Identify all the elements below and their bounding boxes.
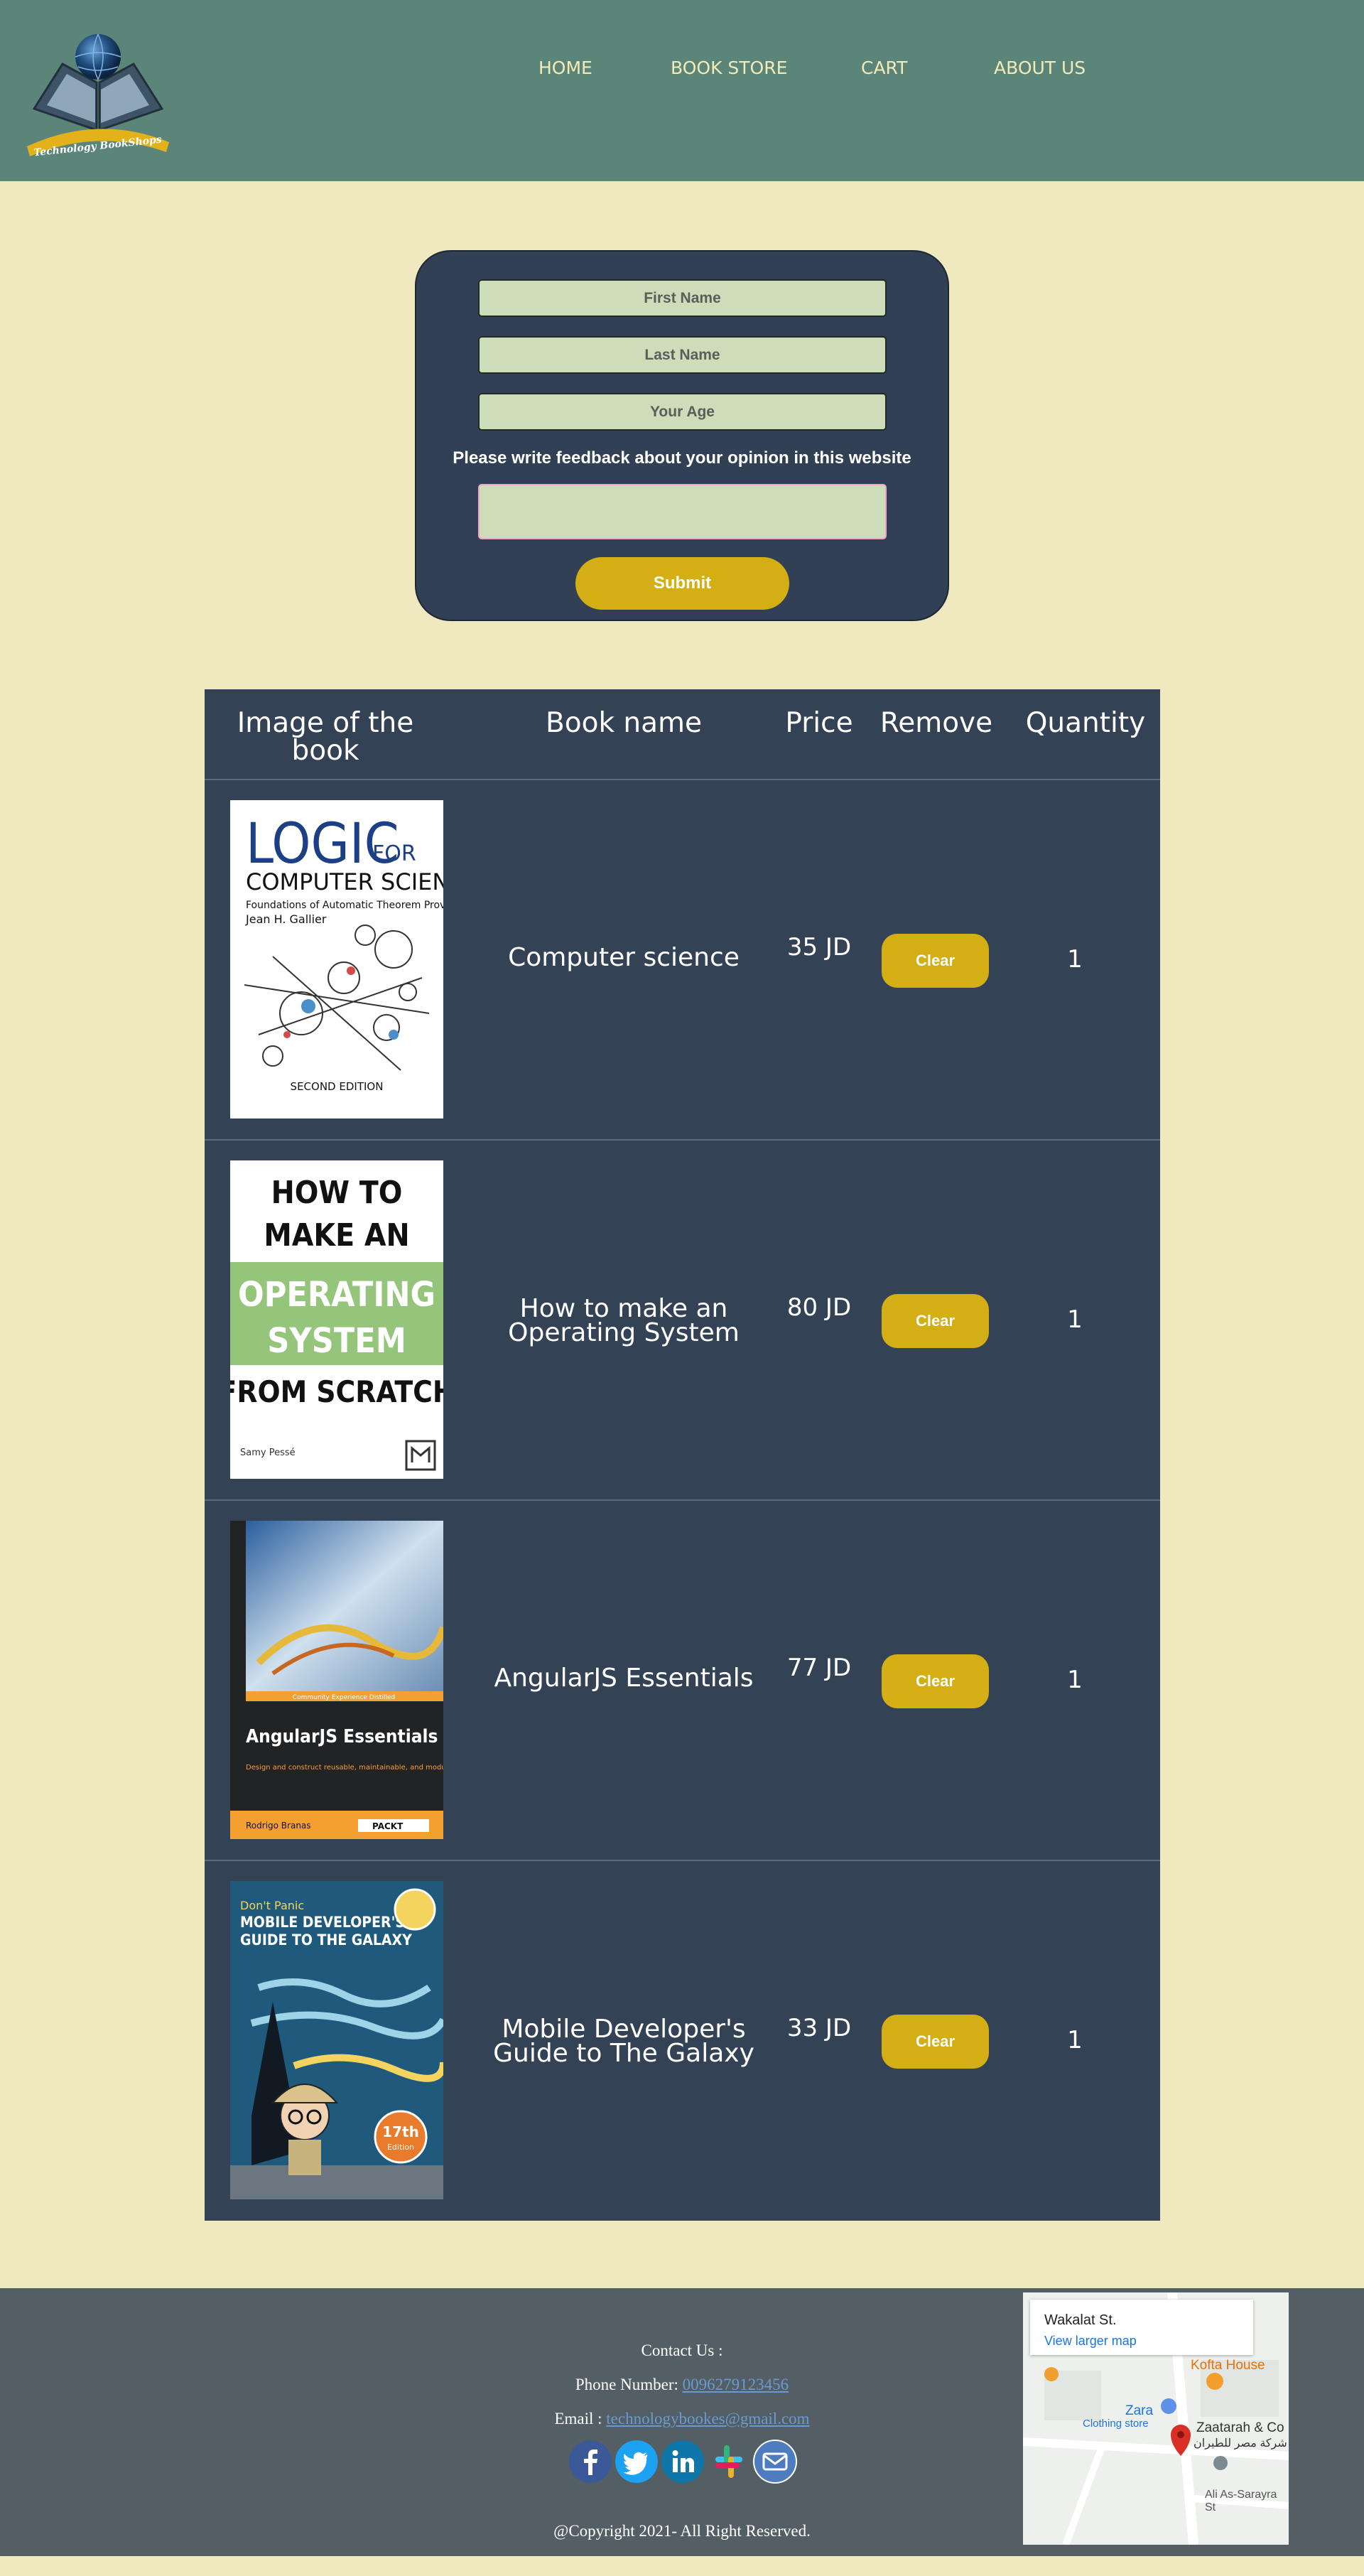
- map-label-kofta-house: Kofta House: [1191, 2358, 1265, 2373]
- book-price: 77 JD: [786, 1654, 852, 1682]
- clear-button[interactable]: Clear: [882, 2015, 989, 2069]
- clear-button[interactable]: Clear: [882, 1654, 989, 1708]
- cover-line1: HOW TO: [271, 1175, 403, 1211]
- cover-edition: SECOND EDITION: [291, 1080, 384, 1093]
- nav-home[interactable]: HOME: [538, 55, 592, 81]
- cover-author: Samy Pessé: [240, 1448, 296, 1458]
- map-label-clothing-store: Clothing store: [1083, 2418, 1149, 2430]
- header-image: Image of the book: [237, 707, 414, 767]
- book-price: 80 JD: [786, 1293, 852, 1322]
- slack-icon[interactable]: [707, 2440, 751, 2484]
- map-label-zaatarah: Zaatarah & Co: [1196, 2420, 1284, 2435]
- feedback-form: Please write feedback about your opinion…: [415, 250, 949, 621]
- cover-author: Rodrigo Branas: [246, 1821, 311, 1831]
- table-row: HOW TO MAKE AN OPERATING SYSTEM FROM SCR…: [205, 1139, 1160, 1499]
- cover-series: Community Experience Distilled: [293, 1694, 395, 1701]
- cover-title: AngularJS Essentials: [246, 1726, 438, 1747]
- cover-author: Jean H. Gallier: [245, 912, 327, 926]
- feedback-textarea[interactable]: [478, 484, 887, 539]
- header-quantity: Quantity: [1025, 707, 1146, 739]
- book-cover-logic: LOGIC FOR COMPUTER SCIENCE Foundations o…: [230, 800, 443, 1119]
- cover-line2: MAKE AN: [264, 1217, 409, 1254]
- book-price: 35 JD: [786, 933, 852, 961]
- cover-tagline: Foundations of Automatic Theorem Proving: [246, 900, 443, 911]
- cover-for: FOR: [372, 841, 416, 866]
- table-row: Community Experience Distilled AngularJS…: [205, 1499, 1160, 1860]
- map-label-zara: Zara: [1125, 2403, 1154, 2418]
- cover-edition-word: Edition: [387, 2143, 414, 2152]
- social-icons: [568, 2440, 799, 2484]
- header-price: Price: [785, 707, 853, 739]
- book-name: Mobile Developer's Guide to The Galaxy: [493, 2015, 754, 2068]
- table-row: Don't Panic MOBILE DEVELOPER'S GUIDE TO …: [205, 1860, 1160, 2220]
- cover-title-1: MOBILE DEVELOPER'S: [240, 1914, 405, 1931]
- age-input[interactable]: [478, 393, 887, 431]
- email-label: Email :: [554, 2410, 602, 2427]
- table-row: LOGIC FOR COMPUTER SCIENCE Foundations o…: [205, 779, 1160, 1139]
- main-nav: HOME BOOK STORE CART ABOUT US: [0, 55, 1364, 81]
- book-price: 33 JD: [786, 2014, 852, 2042]
- cover-line3: OPERATING: [238, 1275, 435, 1315]
- last-name-input[interactable]: [478, 336, 887, 374]
- map-embed[interactable]: Wakalat St. View larger map Kofta House …: [1023, 2292, 1289, 2545]
- map-place-title: Wakalat St.: [1044, 2312, 1117, 2328]
- nav-book-store[interactable]: BOOK STORE: [671, 55, 787, 81]
- map-label-street: Ali As-Sarayra St: [1205, 2489, 1277, 2513]
- cover-subtitle: COMPUTER SCIENCE: [246, 868, 443, 895]
- book-cover-mobile-galaxy: Don't Panic MOBILE DEVELOPER'S GUIDE TO …: [230, 1881, 443, 2199]
- header-book-name: Book name: [545, 707, 703, 739]
- cart-table-header: Image of the book Book name Price Remove…: [205, 689, 1160, 780]
- clear-button[interactable]: Clear: [882, 934, 989, 988]
- map-label-arabic: شركة مصر للطيران: [1194, 2437, 1287, 2450]
- copyright: @Copyright 2021- All Right Reserved.: [553, 2522, 811, 2540]
- clear-button[interactable]: Clear: [882, 1294, 989, 1348]
- linkedin-icon[interactable]: [661, 2440, 705, 2484]
- book-name: AngularJS Essentials: [494, 1664, 754, 1693]
- cover-line5: FROM SCRATCH: [230, 1374, 443, 1409]
- book-cover-os: HOW TO MAKE AN OPERATING SYSTEM FROM SCR…: [230, 1160, 443, 1479]
- header-remove: Remove: [879, 707, 993, 739]
- view-larger-map-link[interactable]: View larger map: [1044, 2334, 1137, 2349]
- first-name-input[interactable]: [478, 279, 887, 317]
- brand-logo[interactable]: Technology BookShops: [20, 20, 176, 166]
- submit-button[interactable]: Submit: [575, 557, 789, 610]
- nav-about-us[interactable]: ABOUT US: [994, 55, 1086, 81]
- facebook-icon[interactable]: [568, 2440, 612, 2484]
- cover-edition: 17th: [382, 2123, 419, 2140]
- cover-tag: Don't Panic: [240, 1899, 304, 1912]
- book-name: Computer science: [508, 943, 740, 972]
- book-quantity: 1: [1067, 1305, 1083, 1334]
- site-header: Technology BookShops HOME BOOK STORE CAR…: [0, 0, 1364, 181]
- mail-icon[interactable]: [753, 2440, 797, 2484]
- email-link[interactable]: technologybookes@gmail.com: [606, 2410, 809, 2427]
- phone-label: Phone Number:: [575, 2376, 678, 2393]
- book-name: How to make an Operating System: [508, 1294, 740, 1347]
- phone-link[interactable]: 0096279123456: [683, 2376, 789, 2393]
- book-quantity: 1: [1067, 1666, 1083, 1694]
- book-quantity: 1: [1067, 2026, 1083, 2054]
- cover-publisher: PACKT: [372, 1821, 404, 1831]
- twitter-icon[interactable]: [615, 2440, 659, 2484]
- book-cover-angularjs: Community Experience Distilled AngularJS…: [230, 1521, 443, 1839]
- cover-tagline: Design and construct reusable, maintaina…: [246, 1764, 443, 1772]
- nav-cart[interactable]: CART: [861, 55, 907, 81]
- cover-line4: SYSTEM: [267, 1321, 406, 1361]
- map-info-card: Wakalat St. View larger map: [1030, 2300, 1253, 2355]
- cart-table: Image of the book Book name Price Remove…: [205, 689, 1160, 2221]
- cover-title-2: GUIDE TO THE GALAXY: [240, 1931, 412, 1949]
- feedback-label: Please write feedback about your opinion…: [453, 448, 911, 468]
- book-quantity: 1: [1067, 945, 1083, 974]
